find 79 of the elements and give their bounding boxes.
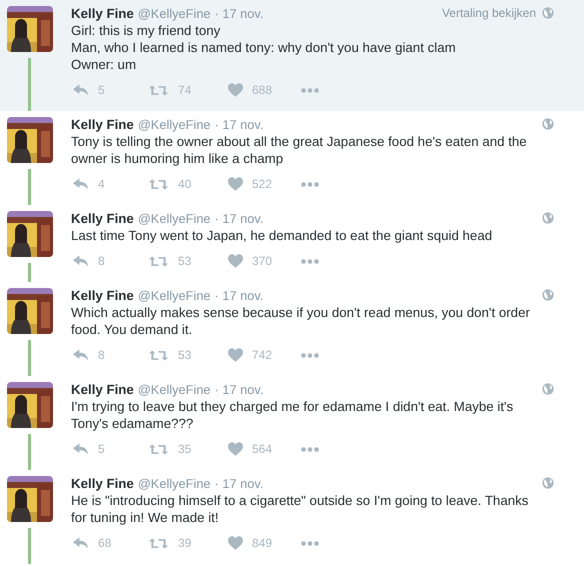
like-count: 522 <box>252 177 272 191</box>
like-count: 564 <box>252 442 272 456</box>
like-count: 688 <box>252 83 272 97</box>
reply-count: 68 <box>98 536 112 550</box>
thread-line <box>28 169 31 205</box>
reply-icon[interactable] <box>73 255 89 267</box>
user-name[interactable]: Kelly Fine <box>71 210 134 226</box>
reply-icon[interactable] <box>73 349 89 361</box>
globe-icon <box>542 289 554 301</box>
reply-icon[interactable] <box>73 84 89 96</box>
thread-line <box>28 263 31 282</box>
globe-icon <box>542 383 554 395</box>
more-icon[interactable] <box>301 540 319 546</box>
user-handle[interactable]: @KellyeFine <box>138 6 211 20</box>
user-handle[interactable]: @KellyeFine <box>138 288 211 302</box>
user-name[interactable]: Kelly Fine <box>71 6 134 20</box>
reply-count: 5 <box>98 83 105 97</box>
retweet-count: 35 <box>178 442 192 456</box>
tweet-date[interactable]: · 17 nov. <box>214 382 264 396</box>
reply-count: 4 <box>98 177 105 191</box>
retweet-icon[interactable] <box>149 178 168 190</box>
reply-icon[interactable] <box>73 443 89 455</box>
reply-icon[interactable] <box>73 537 89 549</box>
more-icon[interactable] <box>301 258 319 264</box>
heart-icon[interactable] <box>228 254 243 268</box>
retweet-icon[interactable] <box>149 442 168 456</box>
thread-line <box>28 340 31 376</box>
thread-line <box>28 528 31 564</box>
user-name[interactable]: Kelly Fine <box>71 382 134 396</box>
globe-icon <box>542 118 554 130</box>
retweet-count: 74 <box>178 83 192 97</box>
heart-icon[interactable] <box>228 442 243 456</box>
like-count: 742 <box>252 348 272 362</box>
reply-count: 8 <box>98 348 105 362</box>
tweet-text: Last time Tony went to Japan, he demanded to eat the giant squid head <box>71 227 494 244</box>
retweet-count: 53 <box>178 254 192 268</box>
retweet-icon[interactable] <box>149 254 168 268</box>
retweet-count: 39 <box>178 536 192 550</box>
user-name[interactable]: Kelly Fine <box>71 476 134 490</box>
user-handle[interactable]: @KellyeFine <box>138 116 211 132</box>
user-handle[interactable]: @KellyeFine <box>138 476 211 490</box>
user-handle[interactable]: @KellyeFine <box>138 210 211 226</box>
like-count: 370 <box>252 254 272 268</box>
retweet-count: 40 <box>178 177 192 191</box>
like-count: 849 <box>252 536 272 550</box>
heart-icon[interactable] <box>228 177 243 191</box>
thread-line <box>28 58 31 111</box>
retweet-count: 53 <box>178 348 192 362</box>
retweet-icon[interactable] <box>149 536 168 550</box>
tweet-text: I'm trying to leave but they charged me for edamame I didn't eat. Maybe it's Tony's edamame??? <box>71 398 514 432</box>
tweet-date[interactable]: · 17 nov. <box>214 210 264 226</box>
globe-icon <box>542 7 554 19</box>
thread-line <box>28 434 31 470</box>
reply-count: 8 <box>98 254 105 268</box>
retweet-icon[interactable] <box>149 348 168 362</box>
user-name[interactable]: Kelly Fine <box>71 288 134 302</box>
user-name[interactable]: Kelly Fine <box>71 116 134 132</box>
globe-icon <box>542 212 554 224</box>
more-icon[interactable] <box>301 352 319 358</box>
reply-count: 5 <box>98 442 105 456</box>
more-icon[interactable] <box>301 88 319 92</box>
tweet-text: Girl: this is my friend tony Man, who I learned is named tony: why don't you have giant clam Owner: um <box>71 22 457 73</box>
reply-icon[interactable] <box>73 178 89 190</box>
globe-icon <box>542 477 554 489</box>
more-icon[interactable] <box>301 446 319 452</box>
tweet-date[interactable]: · 17 nov. <box>214 476 264 490</box>
tweet-text: Which actually makes sense because if you don't read menus, you don't order food. You demand it. <box>71 304 531 338</box>
retweet-icon[interactable] <box>149 84 168 96</box>
user-handle[interactable]: @KellyeFine <box>138 382 211 396</box>
tweet-date[interactable]: · 17 nov. <box>214 288 264 302</box>
translate-link[interactable]: Vertaling bekijken <box>442 6 536 20</box>
tweet-date[interactable]: · 17 nov. <box>214 6 264 20</box>
tweet-text: Tony is telling the owner about all the great Japanese food he's eaten and the owner is humoring him like a champ <box>71 133 528 167</box>
heart-icon[interactable] <box>228 536 243 550</box>
tweet-text: He is "introducing himself to a cigarette" outside so I'm going to leave. Thanks for tuning in! We made it! <box>71 492 530 526</box>
more-icon[interactable] <box>301 182 319 186</box>
tweet-date[interactable]: · 17 nov. <box>214 116 264 132</box>
heart-icon[interactable] <box>228 83 243 97</box>
heart-icon[interactable] <box>228 348 243 362</box>
